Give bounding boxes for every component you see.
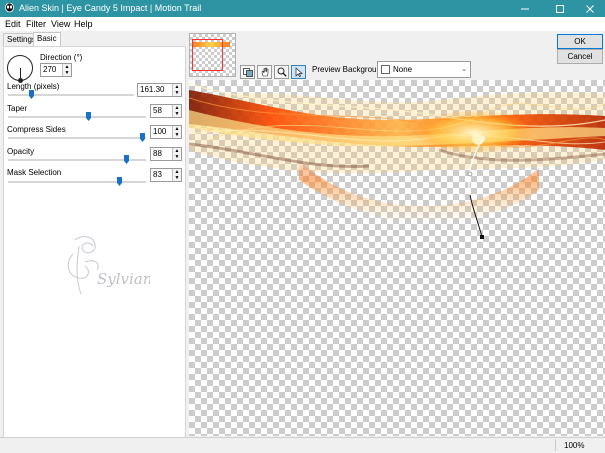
minimize-button[interactable]: [510, 0, 540, 17]
length-spinbox[interactable]: 161.30 ▲ ▼: [137, 83, 182, 97]
cancel-button[interactable]: Cancel: [557, 49, 603, 64]
taper-slider-track[interactable]: [8, 116, 146, 118]
menu-help[interactable]: Help: [74, 19, 93, 29]
spin-arrows-icon[interactable]: ▲ ▼: [62, 64, 71, 76]
trail-control-point[interactable]: [467, 171, 473, 177]
length-value: 161.30: [140, 85, 165, 94]
taper-spinbox[interactable]: 58 ▲ ▼: [150, 104, 182, 118]
length-slider-track[interactable]: [8, 94, 134, 96]
opacity-label: Opacity: [7, 147, 35, 156]
direction-value: 270: [43, 65, 57, 74]
window-title: Alien Skin | Eye Candy 5 Impact | Motion…: [19, 3, 202, 13]
ok-button[interactable]: OK: [557, 34, 603, 49]
spin-arrows-icon[interactable]: ▲ ▼: [172, 105, 181, 117]
arrow-tool-button[interactable]: [291, 65, 306, 79]
direction-dial[interactable]: [7, 55, 33, 83]
tab-basic[interactable]: Basic: [33, 32, 61, 46]
mask-selection-slider-track[interactable]: [8, 181, 146, 183]
hand-icon: [261, 67, 268, 77]
preview-toggle-button[interactable]: [240, 65, 255, 79]
menu-filter[interactable]: Filter: [26, 19, 46, 29]
arrow-icon: [295, 67, 303, 77]
navigator-viewport[interactable]: [192, 39, 223, 71]
zoom-tool-button[interactable]: [274, 65, 289, 79]
preview-canvas[interactable]: [189, 80, 605, 436]
direction-spinbox[interactable]: 270 ▲ ▼: [40, 63, 72, 77]
close-icon: [586, 4, 594, 13]
opacity-value: 88: [153, 149, 162, 158]
zoom-level: 100%: [564, 441, 585, 450]
compress-sides-label: Compress Sides: [7, 125, 66, 134]
mask-selection-value: 83: [153, 170, 162, 179]
background-swatch-icon: [381, 65, 390, 74]
zoom-icon: [277, 67, 287, 77]
taper-label: Taper: [7, 104, 28, 113]
title-bar: Alien Skin | Eye Candy 5 Impact | Motion…: [0, 0, 605, 17]
minimize-icon: [521, 8, 529, 9]
menu-view[interactable]: View: [51, 19, 70, 29]
menu-edit[interactable]: Edit: [5, 19, 21, 29]
spin-arrows-icon[interactable]: ▲ ▼: [172, 126, 181, 138]
preview-background-value: None: [393, 65, 413, 74]
mask-selection-label: Mask Selection: [7, 168, 62, 177]
status-bar: 100%: [0, 437, 605, 453]
preview-toggle-icon: [242, 67, 253, 77]
spin-arrows-icon[interactable]: ▲ ▼: [172, 84, 181, 96]
preview-background-select[interactable]: None ⌄: [377, 61, 471, 78]
watermark-text: Sylviane: [97, 270, 150, 288]
chevron-down-icon: ⌄: [461, 66, 467, 73]
length-label: Length (pixels): [7, 82, 60, 91]
app-alien-icon: [5, 3, 14, 13]
motion-trail-preview-image: [189, 83, 605, 239]
direction-label: Direction (°): [40, 53, 83, 62]
hand-tool-button[interactable]: [257, 65, 272, 79]
compress-sides-slider-track[interactable]: [8, 137, 146, 139]
close-button[interactable]: [575, 0, 605, 17]
status-divider: [555, 439, 556, 451]
preview-navigator[interactable]: [189, 33, 236, 77]
menu-bar: Edit Filter View Help: [0, 17, 605, 31]
compress-sides-value: 100: [153, 127, 167, 136]
spin-arrows-icon[interactable]: ▲ ▼: [172, 148, 181, 160]
spin-arrows-icon[interactable]: ▲ ▼: [172, 169, 181, 181]
trail-end-handle[interactable]: [480, 235, 484, 239]
taper-value: 58: [153, 106, 162, 115]
maximize-button[interactable]: [545, 0, 575, 17]
mask-selection-spinbox[interactable]: 83 ▲ ▼: [150, 168, 182, 182]
sylviane-watermark: Sylviane: [67, 236, 150, 295]
opacity-spinbox[interactable]: 88 ▲ ▼: [150, 147, 182, 161]
compress-sides-spinbox[interactable]: 100 ▲ ▼: [150, 125, 182, 139]
maximize-icon: [556, 4, 564, 13]
